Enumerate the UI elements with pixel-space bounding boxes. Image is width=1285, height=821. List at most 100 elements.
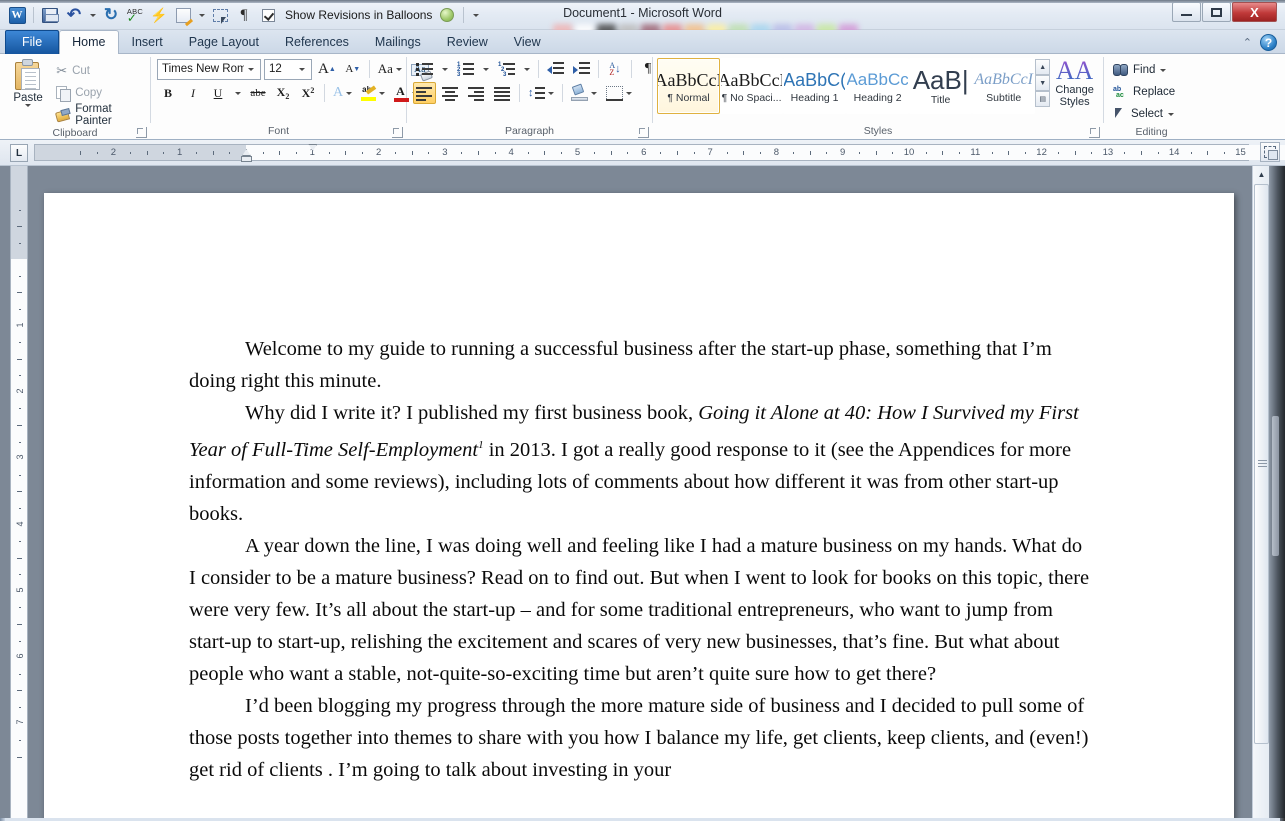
align-right-button[interactable]: [465, 82, 488, 104]
paste-button[interactable]: Paste: [4, 57, 52, 107]
paragraph-2[interactable]: Why did I write it? I published my first…: [189, 397, 1092, 530]
styles-more-button[interactable]: ▤: [1035, 91, 1051, 107]
style-title[interactable]: AaB| Title: [909, 58, 973, 114]
paragraph-dialog-launcher[interactable]: [638, 127, 649, 138]
superscript-button[interactable]: X2: [297, 82, 319, 104]
tab-view[interactable]: View: [501, 30, 554, 54]
word-logo-icon[interactable]: W: [6, 4, 28, 26]
track-changes-icon[interactable]: [172, 4, 194, 26]
text-highlight-button[interactable]: ab: [358, 82, 388, 104]
vertical-ruler[interactable]: 1 2 3 4 5 6 7: [10, 166, 28, 818]
numbering-button[interactable]: 1 2 3: [454, 58, 477, 80]
decrease-indent-button[interactable]: [544, 58, 567, 80]
style-heading-2[interactable]: AaBbCc Heading 2: [846, 58, 910, 114]
format-painter-button[interactable]: Format Painter: [52, 103, 146, 127]
italic-button[interactable]: I: [182, 82, 204, 104]
scrollbar-thumb[interactable]: [1254, 184, 1269, 744]
undo-icon[interactable]: ↶: [63, 4, 85, 26]
find-button[interactable]: Find: [1110, 59, 1169, 81]
superscript-icon: X2: [301, 85, 315, 100]
left-indent-marker[interactable]: [241, 156, 252, 162]
vertical-scrollbar[interactable]: ▲: [1252, 166, 1269, 818]
tab-references[interactable]: References: [272, 30, 362, 54]
shading-button[interactable]: [568, 82, 600, 104]
style-heading-1[interactable]: AaBbC( Heading 1: [783, 58, 847, 114]
redo-icon[interactable]: ↻: [100, 4, 122, 26]
cut-button[interactable]: ✂ Cut: [52, 60, 146, 82]
justify-button[interactable]: [491, 82, 514, 104]
bold-button[interactable]: B: [157, 82, 179, 104]
shrink-font-button[interactable]: A ▼: [342, 58, 364, 80]
tab-home[interactable]: Home: [59, 30, 119, 54]
customize-qat-icon[interactable]: [469, 4, 482, 26]
select-dropdown-icon[interactable]: [1167, 112, 1174, 116]
document-page[interactable]: Welcome to my guide to running a success…: [44, 193, 1234, 818]
show-revisions-checkbox[interactable]: [257, 4, 279, 26]
select-objects-icon[interactable]: [209, 4, 231, 26]
sort-button[interactable]: A Z ↓: [604, 58, 626, 80]
align-left-button[interactable]: [413, 82, 436, 104]
close-button[interactable]: X: [1232, 2, 1277, 22]
scroll-up-button[interactable]: ▲: [1253, 166, 1270, 183]
find-dropdown-icon[interactable]: [1160, 68, 1167, 72]
styles-scroll-up-button[interactable]: ▲: [1035, 59, 1051, 75]
font-dialog-launcher[interactable]: [392, 127, 403, 138]
select-button[interactable]: Select: [1110, 103, 1177, 125]
bullets-dropdown-icon[interactable]: [439, 58, 451, 80]
show-formatting-marks-icon[interactable]: ¶: [233, 4, 255, 26]
maximize-button[interactable]: [1202, 2, 1231, 22]
font-name-combo[interactable]: Times New Rom: [157, 58, 261, 80]
line-spacing-button[interactable]: ↕: [525, 82, 557, 104]
tab-stop-selector[interactable]: L: [10, 144, 28, 162]
styles-dialog-launcher[interactable]: [1089, 127, 1100, 138]
strikethrough-button[interactable]: abe: [247, 82, 269, 104]
grow-font-button[interactable]: A ▲: [315, 58, 339, 80]
font-size-dropdown-icon[interactable]: [295, 67, 309, 71]
paragraph-4[interactable]: I’d been blogging my progress through th…: [189, 690, 1092, 786]
increase-indent-button[interactable]: [570, 58, 593, 80]
multilevel-dropdown-icon[interactable]: [521, 58, 533, 80]
underline-button[interactable]: U: [207, 82, 229, 104]
ruler-view-toggle-button[interactable]: [1260, 142, 1280, 162]
quick-print-icon[interactable]: ⚡: [148, 4, 170, 26]
change-styles-button[interactable]: AA Change Styles: [1050, 58, 1099, 109]
style-normal[interactable]: AaBbCcI ¶ Normal: [657, 58, 721, 114]
borders-icon: [606, 85, 623, 101]
minimize-button[interactable]: [1172, 2, 1201, 22]
tab-file[interactable]: File: [5, 30, 60, 54]
tab-review[interactable]: Review: [434, 30, 501, 54]
copy-button[interactable]: Copy: [52, 82, 146, 104]
text-effects-button[interactable]: A: [330, 82, 355, 104]
spelling-grammar-icon[interactable]: ABC ✓: [124, 4, 146, 26]
replace-button[interactable]: ab ac Replace: [1110, 81, 1178, 103]
clipboard-dialog-launcher[interactable]: [136, 127, 147, 138]
paste-dropdown-icon[interactable]: [25, 104, 32, 107]
styles-scroll-down-button[interactable]: ▼: [1035, 75, 1051, 91]
paragraph-3[interactable]: A year down the line, I was doing well a…: [189, 530, 1092, 690]
change-case-button[interactable]: Aa: [375, 58, 405, 80]
numbering-dropdown-icon[interactable]: [480, 58, 492, 80]
underline-dropdown-icon[interactable]: [232, 82, 244, 104]
horizontal-ruler[interactable]: 2 1 1 2 3 4 5 6 7 8 9 10 11 12 13 14 15: [34, 144, 1285, 162]
paragraph-1[interactable]: Welcome to my guide to running a success…: [189, 333, 1092, 397]
font-name-dropdown-icon[interactable]: [244, 67, 258, 71]
tab-mailings[interactable]: Mailings: [362, 30, 434, 54]
save-icon[interactable]: [39, 4, 61, 26]
minimize-ribbon-icon[interactable]: ⌃: [1243, 36, 1252, 49]
style-no-spacing[interactable]: AaBbCcI ¶ No Spaci...: [720, 58, 784, 114]
balloon-status-icon[interactable]: [436, 4, 458, 26]
track-changes-dropdown-icon[interactable]: [196, 4, 207, 26]
undo-dropdown-icon[interactable]: [87, 4, 98, 26]
center-button[interactable]: [439, 82, 462, 104]
subscript-button[interactable]: X2: [272, 82, 294, 104]
tab-insert[interactable]: Insert: [119, 30, 176, 54]
font-size-combo[interactable]: 12: [264, 58, 312, 80]
borders-button[interactable]: [603, 82, 635, 104]
help-icon[interactable]: ?: [1260, 34, 1277, 51]
bullets-button[interactable]: [413, 58, 436, 80]
multilevel-list-button[interactable]: 1 2 3: [495, 58, 518, 80]
document-text-body[interactable]: Welcome to my guide to running a success…: [189, 333, 1092, 786]
style-subtitle[interactable]: AaBbCcI Subtitle: [972, 58, 1036, 114]
style-heading-2-preview: AaBbCc: [846, 70, 909, 89]
tab-page-layout[interactable]: Page Layout: [176, 30, 272, 54]
